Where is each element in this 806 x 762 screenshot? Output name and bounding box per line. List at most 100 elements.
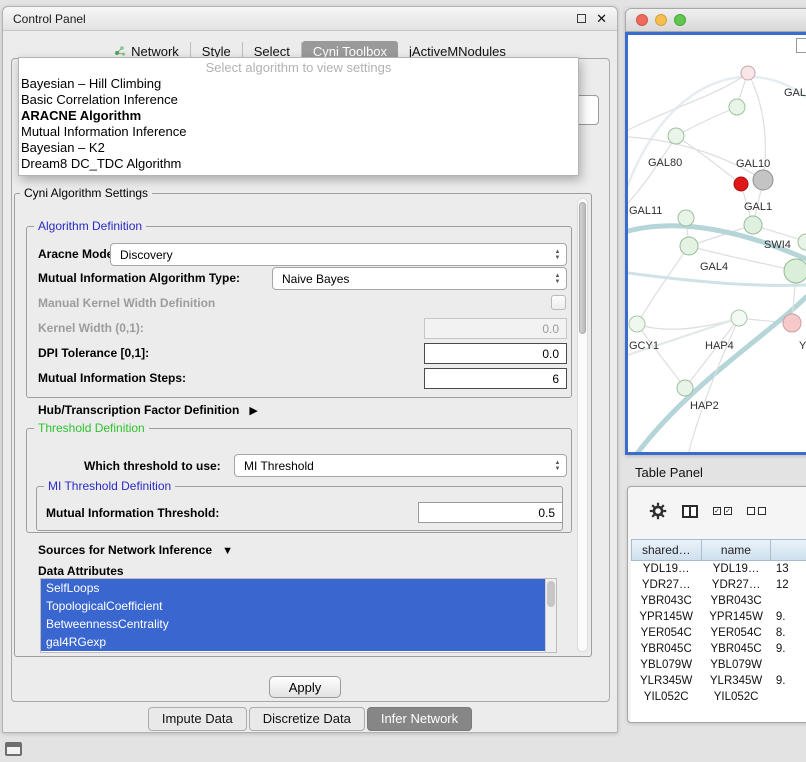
network-edge[interactable] (637, 324, 685, 388)
settings-scrollbar-track[interactable] (577, 198, 588, 652)
kernel-width-input[interactable] (424, 318, 567, 339)
network-node[interactable] (784, 259, 806, 283)
network-canvas[interactable]: GAL80GAL10GAL11GAL1SWI4GAL4GCY1HAP4HAP2G… (625, 32, 806, 455)
algorithm-dropdown-items: Bayesian – Hill ClimbingBasic Correlatio… (19, 76, 578, 172)
network-edge[interactable] (676, 136, 741, 184)
table-row[interactable]: YDR27…YDR27…12 (631, 577, 806, 593)
network-node[interactable] (741, 66, 755, 80)
table-cell: 9. (771, 643, 806, 655)
docked-panel-icon[interactable] (5, 742, 22, 756)
attribute-item-gal4rgexp[interactable]: gal4RGexp (41, 633, 545, 651)
table-cell: YIL052C (631, 691, 701, 703)
select-all-checkboxes-icon[interactable]: ✓ ✓ (713, 507, 732, 515)
close-icon[interactable]: ✕ (596, 12, 607, 25)
network-edge[interactable] (688, 318, 739, 455)
network-node-gcy1[interactable] (629, 316, 645, 332)
bottom-tab-infer-network[interactable]: Infer Network (367, 707, 472, 731)
algorithm-option-bayesian-k2[interactable]: Bayesian – K2 (19, 140, 578, 156)
float-window-icon[interactable] (577, 14, 586, 23)
network-edge[interactable] (636, 297, 806, 455)
bottom-tab-impute-data[interactable]: Impute Data (148, 707, 247, 731)
attribute-item-betweennesscentrality[interactable]: BetweennessCentrality (41, 615, 545, 633)
table-row[interactable]: YBR045CYBR045C9. (631, 641, 806, 657)
network-edge[interactable] (628, 73, 748, 130)
sources-section-label: Sources for Network Inference (38, 543, 212, 557)
which-threshold-combobox[interactable]: MI Threshold ▲ ▼ (234, 454, 567, 477)
network-node-label: HAP2 (690, 400, 719, 412)
network-node-gal4[interactable] (680, 237, 698, 255)
node-table: shared…name YDL19…YDL19…13YDR27…YDR27…12… (631, 539, 806, 722)
table-row[interactable]: YER054CYER054C8. (631, 625, 806, 641)
attribute-item-selfloops[interactable]: SelfLoops (41, 579, 545, 597)
empty-box-glyph (747, 507, 755, 515)
algorithm-option-aracne-algorithm[interactable]: ARACNE Algorithm (19, 108, 578, 124)
network-node[interactable] (729, 99, 745, 115)
network-node-label: GCY1 (629, 340, 659, 352)
network-edge[interactable] (676, 107, 737, 136)
columns-icon[interactable] (682, 505, 698, 518)
column-header-shared[interactable]: shared… (631, 539, 702, 561)
algorithm-option-dream8-dc-tdc-algorithm[interactable]: Dream8 DC_TDC Algorithm (19, 156, 578, 172)
aracne-mode-combobox[interactable]: Discovery ▲ ▼ (110, 243, 567, 266)
table-cell: 9. (771, 611, 806, 623)
network-view-window: GAL80GAL10GAL11GAL1SWI4GAL4GCY1HAP4HAP2G… (625, 8, 806, 455)
deselect-all-checkboxes-icon[interactable] (747, 507, 766, 515)
attribute-item-topologicalcoefficient[interactable]: TopologicalCoefficient (41, 597, 545, 615)
control-panel-window: Control Panel ✕ NetworkStyleSelectCyni T… (2, 6, 618, 733)
network-node-gal10[interactable] (753, 170, 773, 190)
network-node-gal1[interactable] (744, 216, 762, 234)
table-cell: YIL052C (701, 691, 770, 703)
data-attributes-list[interactable]: SelfLoopsTopologicalCoefficientBetweenne… (40, 578, 557, 653)
close-traffic-light-button[interactable] (636, 14, 648, 26)
table-cell: YER054C (701, 627, 770, 639)
network-icon (114, 45, 126, 57)
algorithm-option-bayesian-hill-climbing[interactable]: Bayesian – Hill Climbing (19, 76, 578, 92)
manual-kernel-width-checkbox[interactable] (551, 295, 566, 310)
sources-section-row[interactable]: Sources for Network Inference ▼ (38, 543, 233, 557)
mi-threshold-input[interactable] (418, 502, 563, 523)
table-row[interactable]: YBR043CYBR043C (631, 593, 806, 609)
sources-collapse-arrow-icon[interactable]: ▼ (222, 545, 233, 557)
aracne-mode-value: Discovery (120, 248, 173, 262)
network-node-label: GAL80 (648, 157, 682, 169)
column-header-name[interactable]: name (702, 539, 772, 561)
table-row[interactable]: YPR145WYPR145W9. (631, 609, 806, 625)
attributes-scrollbar-track[interactable] (545, 579, 556, 652)
dpi-tolerance-input[interactable] (424, 343, 567, 364)
bottom-tab-discretize-data[interactable]: Discretize Data (249, 707, 365, 731)
network-window-titlebar[interactable] (625, 8, 806, 32)
settings-scrollbar-thumb[interactable] (579, 202, 586, 334)
algorithm-option-mutual-information-inference[interactable]: Mutual Information Inference (19, 124, 578, 140)
minimize-traffic-light-button[interactable] (655, 14, 667, 26)
algorithm-option-basic-correlation-inference[interactable]: Basic Correlation Inference (19, 92, 578, 108)
mi-steps-input[interactable] (424, 368, 567, 389)
network-node-gal80[interactable] (668, 128, 684, 144)
network-edge[interactable] (637, 246, 689, 324)
table-row[interactable]: YLR345WYLR345W9. (631, 673, 806, 689)
apply-button[interactable]: Apply (269, 676, 341, 698)
column-header-col3[interactable] (771, 539, 806, 561)
network-node-hap4[interactable] (731, 310, 747, 326)
network-node[interactable] (734, 177, 748, 191)
mi-algorithm-type-combobox[interactable]: Naive Bayes ▲ ▼ (272, 267, 567, 290)
network-node-gal11[interactable] (678, 210, 694, 226)
control-panel-title: Control Panel (13, 12, 86, 26)
control-panel-titlebar[interactable]: Control Panel ✕ (3, 7, 617, 31)
table-row[interactable]: YIL052CYIL052C (631, 689, 806, 705)
network-edge[interactable] (628, 273, 806, 285)
attributes-scrollbar-thumb[interactable] (547, 581, 555, 607)
network-node-swi4[interactable] (798, 234, 806, 250)
table-row[interactable]: YDL19…YDL19…13 (631, 561, 806, 577)
checked-box-glyph: ✓ (724, 507, 732, 515)
zoom-traffic-light-button[interactable] (674, 14, 686, 26)
gear-icon[interactable] (649, 502, 667, 520)
columns-icon-divider (689, 507, 691, 516)
cyni-settings-group-title: Cyni Algorithm Settings (20, 186, 152, 200)
network-node-hap2[interactable] (677, 380, 693, 396)
network-node-label: GAL1 (744, 201, 772, 213)
network-corner-widget[interactable] (796, 38, 806, 53)
hub-section-row[interactable]: Hub/Transcription Factor Definition▶ (38, 403, 258, 417)
network-node[interactable] (783, 314, 801, 332)
hub-expand-arrow-icon[interactable]: ▶ (249, 405, 257, 417)
table-row[interactable]: YBL079WYBL079W (631, 657, 806, 673)
